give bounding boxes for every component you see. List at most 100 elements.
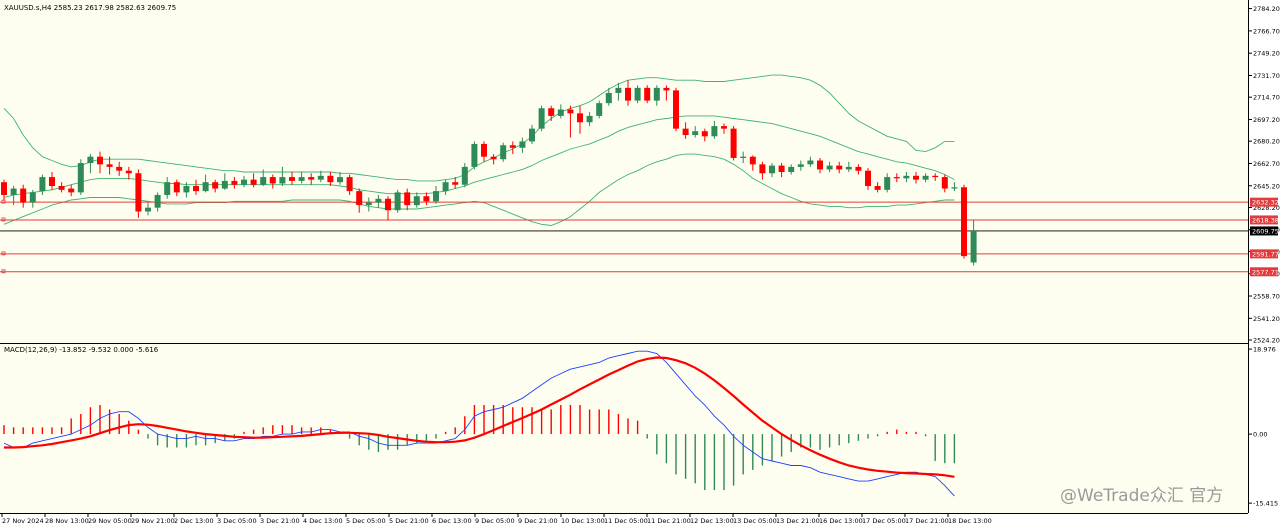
candle-body [529,128,535,142]
price-tick-label: 2645.20 [1253,182,1280,190]
candle-body [644,87,651,101]
candle-body [289,177,295,181]
price-tick-label: 2697.20 [1253,116,1280,124]
candle-body [269,177,276,184]
candle-body [327,175,334,183]
candle-body [845,166,852,170]
candle-body [337,177,343,183]
candle-body [279,177,286,184]
price-tick-label: 2784.20 [1253,5,1280,13]
candle-body [884,177,891,190]
time-tick-label: 29 Nov 05:00 [88,517,132,525]
candle-body [865,170,871,187]
candle-body [922,175,929,180]
candle-body [145,207,151,212]
candle-body [836,165,843,170]
price-tick-label: 2749.20 [1253,50,1280,58]
candle-body [951,187,958,189]
candle-body [663,87,670,91]
candle-body [87,156,94,164]
candle-body [212,182,219,189]
candle-body [442,182,449,192]
candle-body [817,160,823,170]
candle-body [68,188,75,193]
candle-body [481,143,487,157]
time-tick-label: 16 Dec 13:00 [819,517,863,525]
candle-body [404,192,411,206]
candle-body [893,177,900,179]
price-tick-label: 2524.20 [1253,337,1280,345]
candle-body [20,188,27,203]
candle-body [932,175,939,178]
candle-body [221,180,228,189]
candle-body [250,179,257,185]
candle-body [49,177,55,187]
price-tick-label: 2714.70 [1253,94,1280,102]
candle-body [97,156,103,165]
time-tick-label: 9 Dec 05:00 [475,517,515,525]
main-pane[interactable] [0,0,1248,343]
time-tick-label: 5 Dec 05:00 [346,517,386,525]
candle-body [769,165,775,174]
price-tag-label: 2577.71 [1252,268,1279,276]
price-tag-label: 2632.32 [1252,199,1279,207]
candle-body [557,109,564,116]
chart-area: 2784.20 2766.70 2749.20 2731.70 2714.70 2697.… [0,0,1280,527]
candle-body [759,164,766,174]
current-price-label: 2609.75 [1252,227,1279,235]
candle-body [701,131,708,137]
price-tick-label: 2662.70 [1253,160,1280,168]
time-tick-label: 27 Nov 2024 [2,517,44,525]
candle-body [423,196,430,202]
time-tick-label: 17 Dec 21:00 [905,517,949,525]
candle-body [154,194,161,208]
candle-body [653,87,660,101]
candle-body [855,166,862,171]
candle-body [673,90,679,129]
time-tick-label: 17 Dec 05:00 [862,517,906,525]
candle-body [797,164,804,167]
candle-body [183,186,190,193]
candle-body [500,145,507,160]
price-tag-label: 2591.77 [1252,250,1279,258]
candle-body [538,108,545,129]
candle-body [452,182,459,185]
candle-body [29,192,36,203]
candle-body [433,191,439,202]
time-tick-label: 29 Nov 21:00 [131,517,175,525]
price-tick-label: 2541.20 [1253,315,1280,323]
candle-body [365,202,372,206]
candle-body [10,188,17,195]
candle-body [308,177,315,180]
candle-body [461,166,468,185]
candle-body [634,87,641,101]
candle-body [567,109,574,114]
candle-body [509,145,516,148]
candle-body [778,165,785,172]
candle-body [385,198,391,211]
candle-body [164,182,171,195]
time-tick-label: 9 Dec 21:00 [518,517,558,525]
candle-body [116,166,123,171]
candle-body [913,175,919,180]
candle-body [826,165,833,170]
time-tick-label: 12 Dec 13:00 [690,517,734,525]
candle-body [605,92,612,104]
candle-body [106,164,113,167]
candle-body [77,163,84,193]
price-tick-label: 2558.70 [1253,293,1280,301]
candle-body [135,173,142,212]
candle-body [202,182,209,192]
candle-body [788,166,795,172]
candle-body [394,192,401,211]
candle-body [298,177,305,181]
candle-body [615,87,622,93]
macd-tick-label: 18.976 [1253,346,1276,354]
candle-body [346,177,353,192]
candle-body [625,87,631,101]
candle-body [39,177,46,192]
price-chart[interactable]: 2784.20 2766.70 2749.20 2731.70 2714.70 2697.… [0,0,1280,527]
macd-info: MACD(12,26,9) -13.852 -9.532 0.000 -5.61… [4,346,159,354]
time-tick-label: 3 Dec 21:00 [260,517,300,525]
price-tick-label: 2731.70 [1253,72,1280,80]
